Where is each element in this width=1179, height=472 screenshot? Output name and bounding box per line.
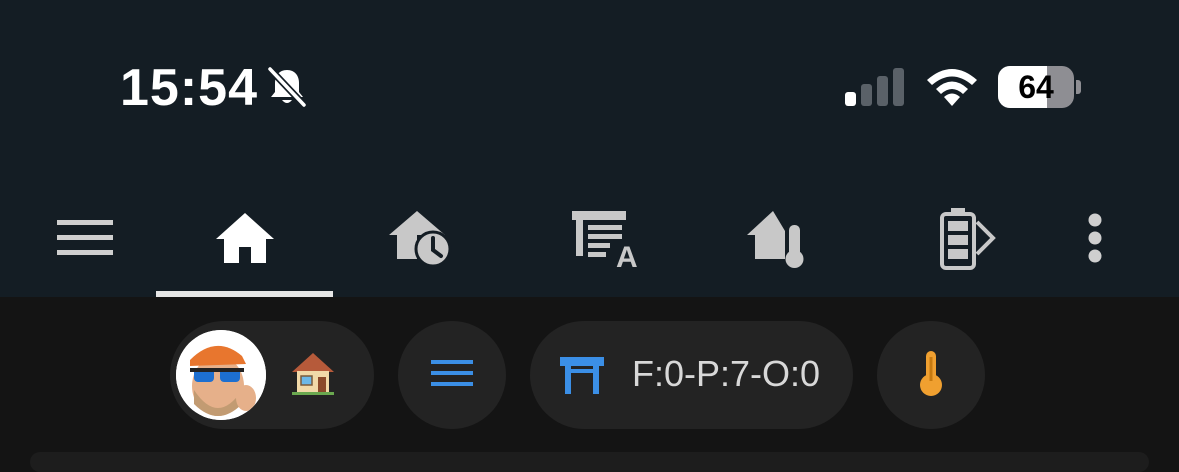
thermometer-icon [917,349,945,402]
more-options-button[interactable] [1070,200,1120,280]
app-header: 15:54 64 A [0,0,1179,297]
tab-climate[interactable] [738,200,818,280]
battery-nub [1076,80,1081,94]
battery-percent: 64 [1018,68,1054,105]
cellular-signal-icon [845,68,907,113]
menu-chip[interactable] [398,321,506,429]
menu-icon [431,358,473,393]
battery-indicator: 64 [998,66,1074,108]
svg-text:A: A [616,241,638,269]
bell-slash-icon [266,66,308,113]
status-time: 15:54 [120,59,258,117]
tab-home[interactable] [186,200,304,280]
more-vertical-icon [1088,213,1102,268]
tab-menu[interactable] [40,200,130,280]
garage-icon [560,355,604,400]
tab-garage[interactable]: A [558,200,648,280]
home-icon [214,211,276,270]
memoji-avatar [176,330,266,420]
temperature-chip[interactable] [877,321,985,429]
tab-energy[interactable] [926,200,1006,280]
selected-tab-indicator [156,291,333,297]
content-card-edge [30,452,1149,472]
house-emoji-icon [290,350,336,401]
home-thermometer-icon [745,207,811,274]
garage-auto-icon: A [568,207,638,274]
tab-history[interactable] [380,200,464,280]
menu-icon [57,218,113,263]
wifi-icon [924,68,980,113]
battery-export-icon [931,206,1001,275]
home-history-icon [387,207,457,274]
garage-status-label: F:0-P:7-O:0 [632,353,821,394]
